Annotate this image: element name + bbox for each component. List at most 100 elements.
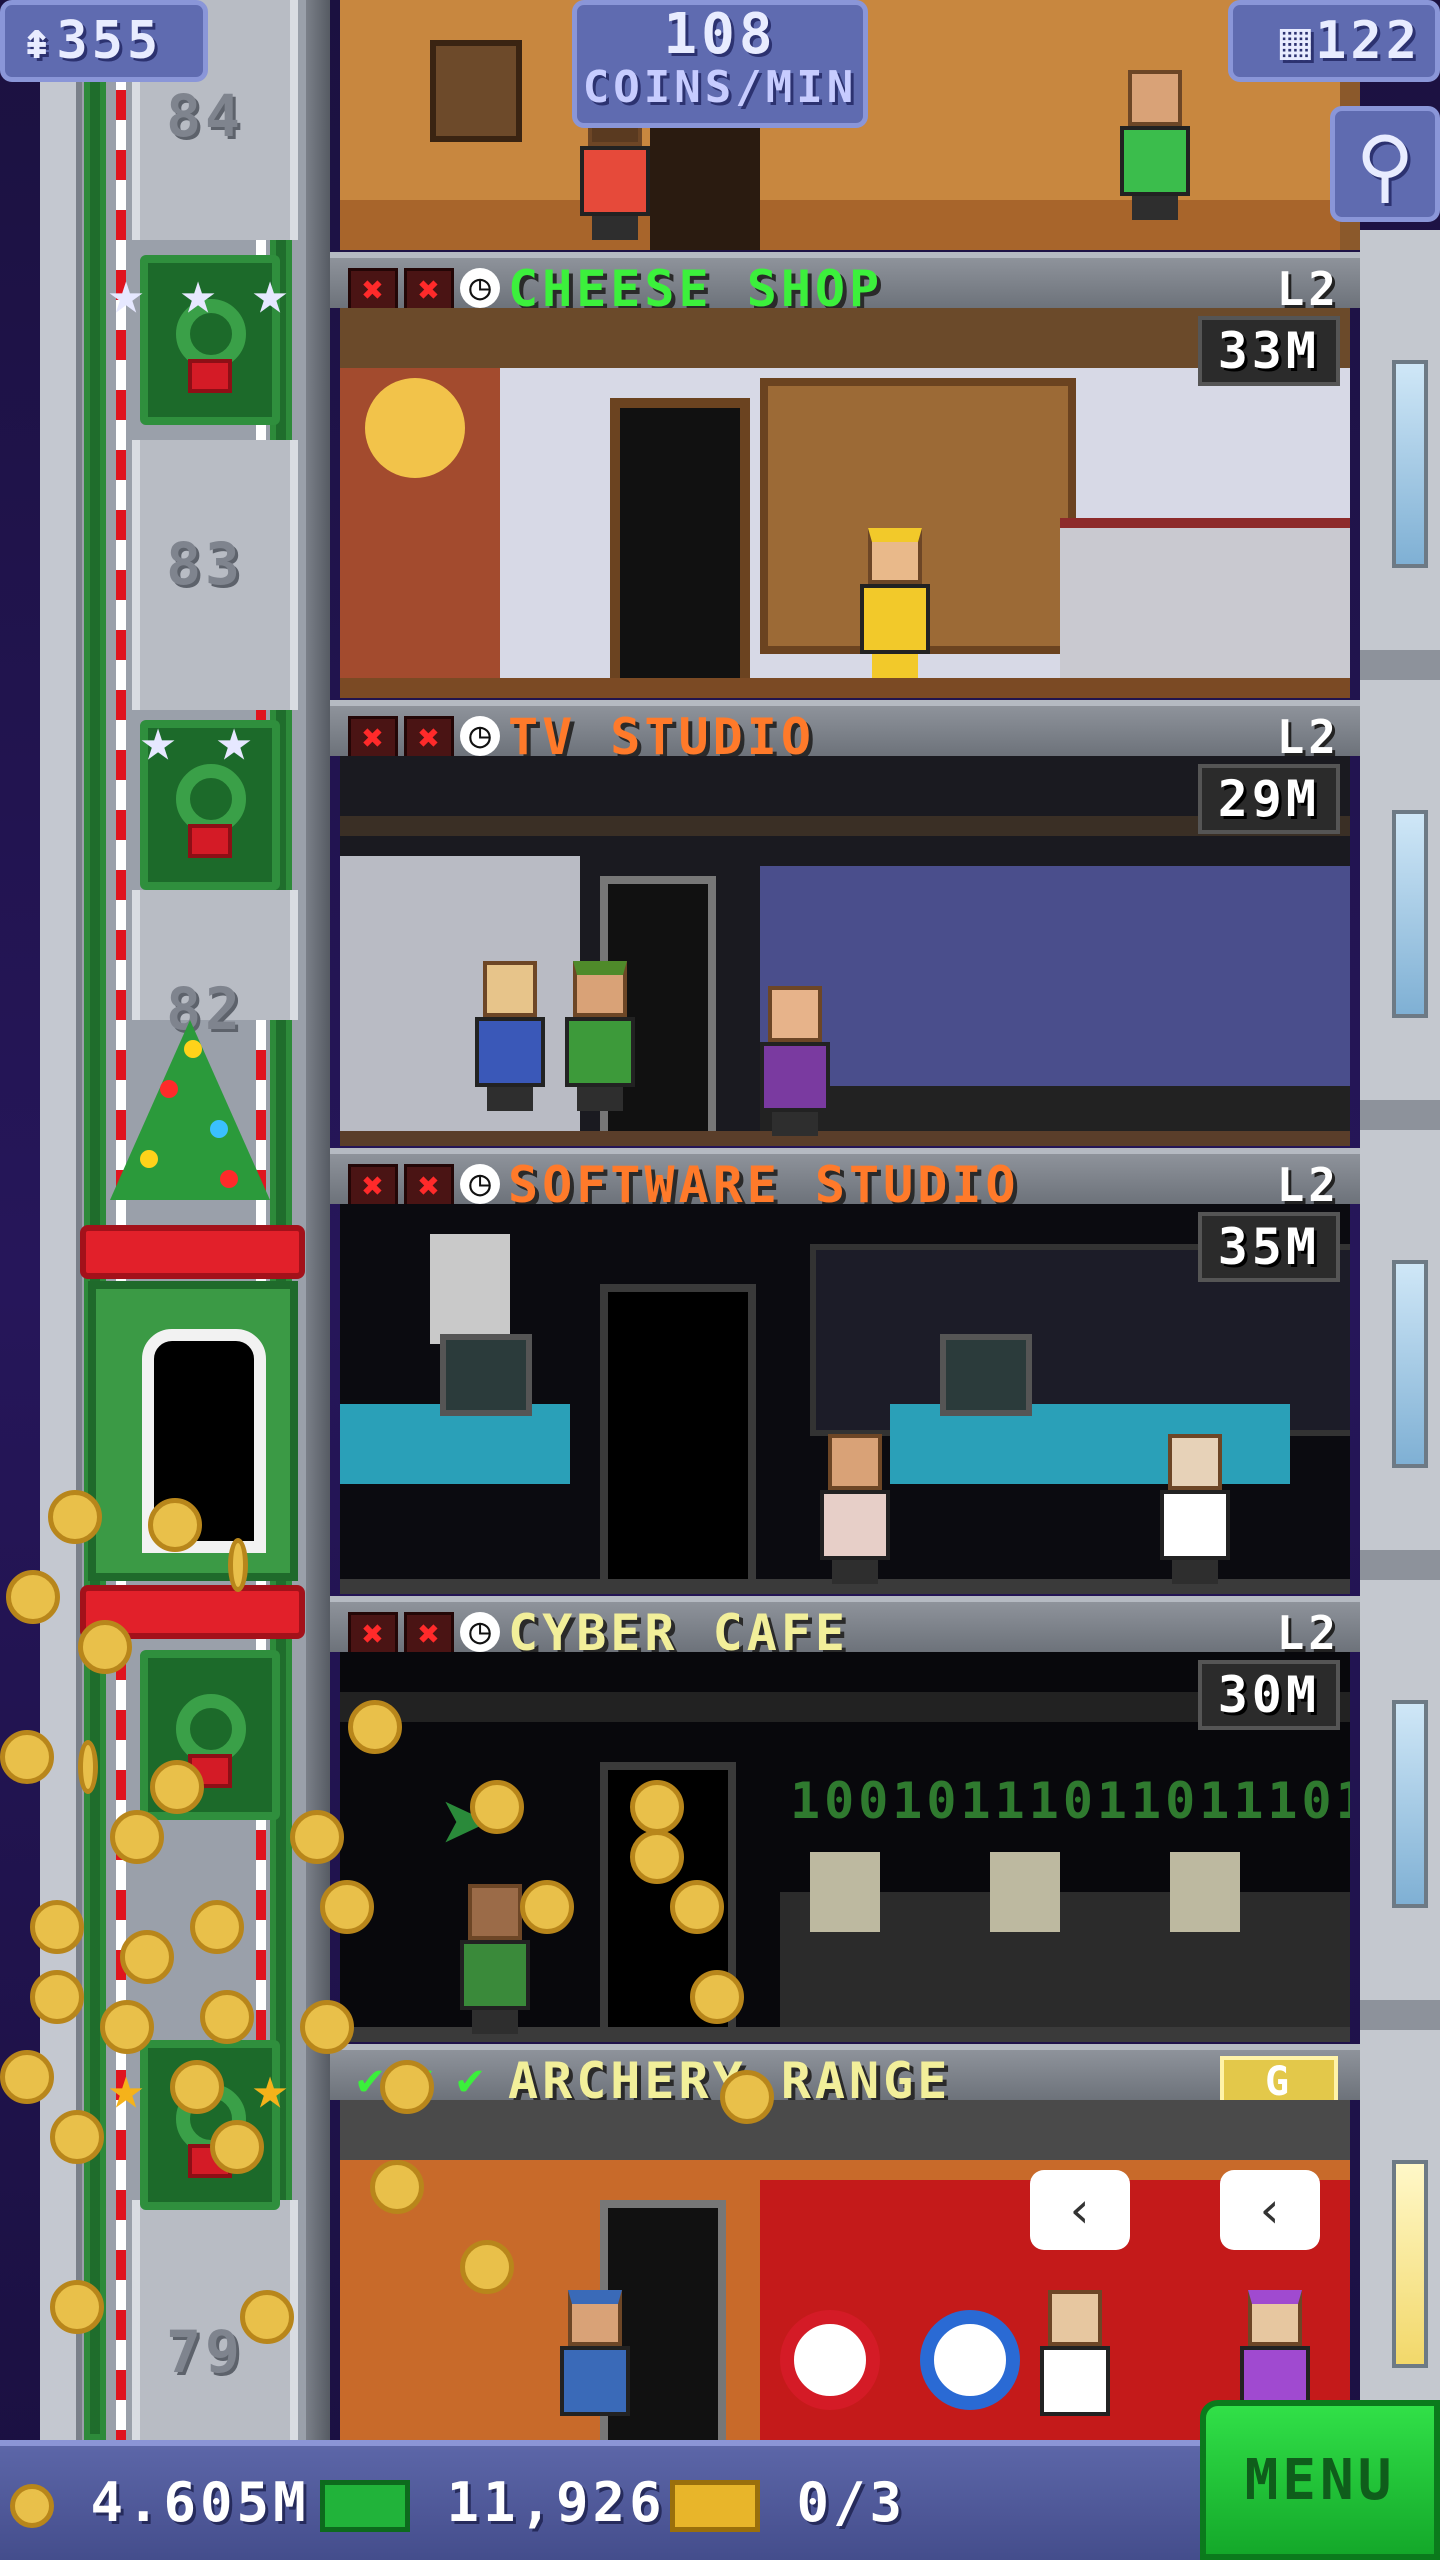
- bux-icon: [320, 2480, 410, 2533]
- menu-button[interactable]: MENU: [1200, 2400, 1440, 2560]
- floor-header-bar: ✖ ✖ ◷ SOFTWARE STUDIO L2: [330, 1148, 1360, 1214]
- coin-icon[interactable]: [320, 1880, 374, 1934]
- coin-icon[interactable]: [228, 1538, 248, 1592]
- coin-balance[interactable]: 4.605M: [10, 2468, 310, 2538]
- ticket-icon: [670, 2480, 760, 2533]
- tower-resident[interactable]: [475, 961, 545, 1111]
- target-icon: [920, 2310, 1020, 2410]
- binary-wall-text: 100101110110111011: [790, 1772, 1350, 1830]
- coin-icon[interactable]: [460, 2240, 514, 2294]
- coin-icon[interactable]: [200, 1990, 254, 2044]
- coin-icon[interactable]: [30, 1900, 84, 1954]
- clock-icon: ◷: [460, 716, 500, 756]
- magnifier-icon: ⚲: [1355, 119, 1415, 212]
- income-unit: COINS/MIN: [582, 62, 858, 113]
- coin-icon[interactable]: [30, 1970, 84, 2024]
- coin-icon[interactable]: [50, 2110, 104, 2164]
- elevator-car[interactable]: [80, 1225, 305, 1645]
- speech-bubble-icon: ‹: [1220, 2170, 1320, 2250]
- coin-icon[interactable]: [110, 1810, 164, 1864]
- coin-icon[interactable]: [300, 2000, 354, 2054]
- coin-icon[interactable]: [78, 1740, 98, 1794]
- coin-icon[interactable]: [190, 1900, 244, 1954]
- clock-icon: ◷: [460, 1612, 500, 1652]
- bux-balance-value: 11,926: [446, 2471, 666, 2534]
- floor-cheese-shop[interactable]: ✖ ✖ ◷ CHEESE SHOP L2 33M: [330, 252, 1360, 700]
- coin-icon[interactable]: [380, 2060, 434, 2114]
- floor-header-bar: ✔ ✔ ✔ ARCHERY RANGE G: [330, 2044, 1360, 2110]
- coin-icon[interactable]: [520, 1880, 574, 1934]
- floor-tv-studio[interactable]: ✖ ✖ ◷ TV STUDIO L2 29M: [330, 700, 1360, 1148]
- coin-icon[interactable]: [210, 2120, 264, 2174]
- population-counter[interactable]: ⇞355: [0, 0, 208, 82]
- coin-icon[interactable]: [148, 1498, 202, 1552]
- ticket-counter[interactable]: 0/3: [670, 2468, 906, 2538]
- coin-icon[interactable]: [630, 1830, 684, 1884]
- stock-counter: 30M: [1197, 1660, 1340, 1730]
- clock-icon: ◷: [460, 1164, 500, 1204]
- speech-bubble-icon: ‹: [1030, 2170, 1130, 2250]
- gold-star-icon: ★: [107, 2053, 145, 2123]
- clock-icon: ◷: [460, 268, 500, 308]
- zoom-button[interactable]: ⚲: [1330, 106, 1440, 222]
- coin-icon[interactable]: [48, 1490, 102, 1544]
- coin-icon[interactable]: [370, 2160, 424, 2214]
- coin-icon[interactable]: [720, 2070, 774, 2124]
- coin-icon[interactable]: [78, 1620, 132, 1674]
- coin-icon[interactable]: [290, 1810, 344, 1864]
- floor-counter[interactable]: ▦122: [1228, 0, 1440, 82]
- elevator-car-top: [80, 1225, 305, 1279]
- coin-icon[interactable]: [100, 2000, 154, 2054]
- silver-star-icon: ★: [215, 705, 253, 775]
- silver-star-icon: ★: [107, 258, 145, 328]
- tower-resident[interactable]: [1120, 70, 1190, 220]
- coin-icon[interactable]: [6, 1570, 60, 1624]
- tower-resident[interactable]: [820, 1434, 890, 1584]
- floor-software-studio[interactable]: ✖ ✖ ◷ SOFTWARE STUDIO L2 35M: [330, 1148, 1360, 1596]
- check-icon: ✔: [456, 2054, 484, 2105]
- coin-icon[interactable]: [348, 1700, 402, 1754]
- coin-icon[interactable]: [630, 1780, 684, 1834]
- tower-resident[interactable]: [860, 528, 930, 678]
- window: [1392, 2160, 1428, 2368]
- coin-icon[interactable]: [0, 2050, 54, 2104]
- game-screen: 84 83 82 79 ★ ★ ★ ★ ★ ★ ★ ★: [0, 0, 1440, 2560]
- coin-icon[interactable]: [170, 2060, 224, 2114]
- tower-resident[interactable]: [760, 986, 830, 1136]
- floor-header-bar: ✖ ✖ ◷ TV STUDIO L2: [330, 700, 1360, 766]
- coin-icon[interactable]: [150, 1760, 204, 1814]
- coin-icon[interactable]: [120, 1930, 174, 1984]
- income-value: 108: [663, 2, 777, 67]
- silver-star-icon: ★: [139, 705, 177, 775]
- window: [1392, 1700, 1428, 1908]
- tower-resident[interactable]: [1160, 1434, 1230, 1584]
- tower-resident[interactable]: [560, 2290, 630, 2440]
- christmas-tree-icon: [100, 1000, 280, 1210]
- coin-icon[interactable]: [670, 1880, 724, 1934]
- coin-icon[interactable]: [470, 1780, 524, 1834]
- shaft-right-wall: [306, 0, 330, 2440]
- population-value: 355: [56, 11, 163, 71]
- floor-count-value: 122: [1315, 11, 1421, 71]
- bux-balance[interactable]: 11,926: [320, 2468, 666, 2538]
- window: [1392, 360, 1428, 568]
- window: [1392, 1260, 1428, 1468]
- silver-star-icon: ★: [251, 258, 289, 328]
- coin-icon[interactable]: [240, 2290, 294, 2344]
- tower-resident[interactable]: [565, 961, 635, 1111]
- floor-header-bar: ✖ ✖ ◷ CYBER CAFE L2: [330, 1596, 1360, 1662]
- income-panel: 108 COINS/MIN: [572, 0, 868, 128]
- building-icon: ▦: [1279, 11, 1316, 71]
- coin-icon[interactable]: [50, 2280, 104, 2334]
- ticket-count-value: 0/3: [796, 2471, 907, 2534]
- coin-icon[interactable]: [0, 1730, 54, 1784]
- floor-header-bar: ✖ ✖ ◷ CHEESE SHOP L2: [330, 252, 1360, 318]
- stock-counter: 35M: [1197, 1212, 1340, 1282]
- coin-balance-value: 4.605M: [90, 2471, 310, 2534]
- coin-icon[interactable]: [690, 1970, 744, 2024]
- floor-number-label: 84: [166, 82, 244, 150]
- tower-resident[interactable]: [1040, 2290, 1110, 2440]
- silver-star-icon: ★: [179, 258, 217, 328]
- stock-counter: 33M: [1197, 316, 1340, 386]
- stock-counter: 29M: [1197, 764, 1340, 834]
